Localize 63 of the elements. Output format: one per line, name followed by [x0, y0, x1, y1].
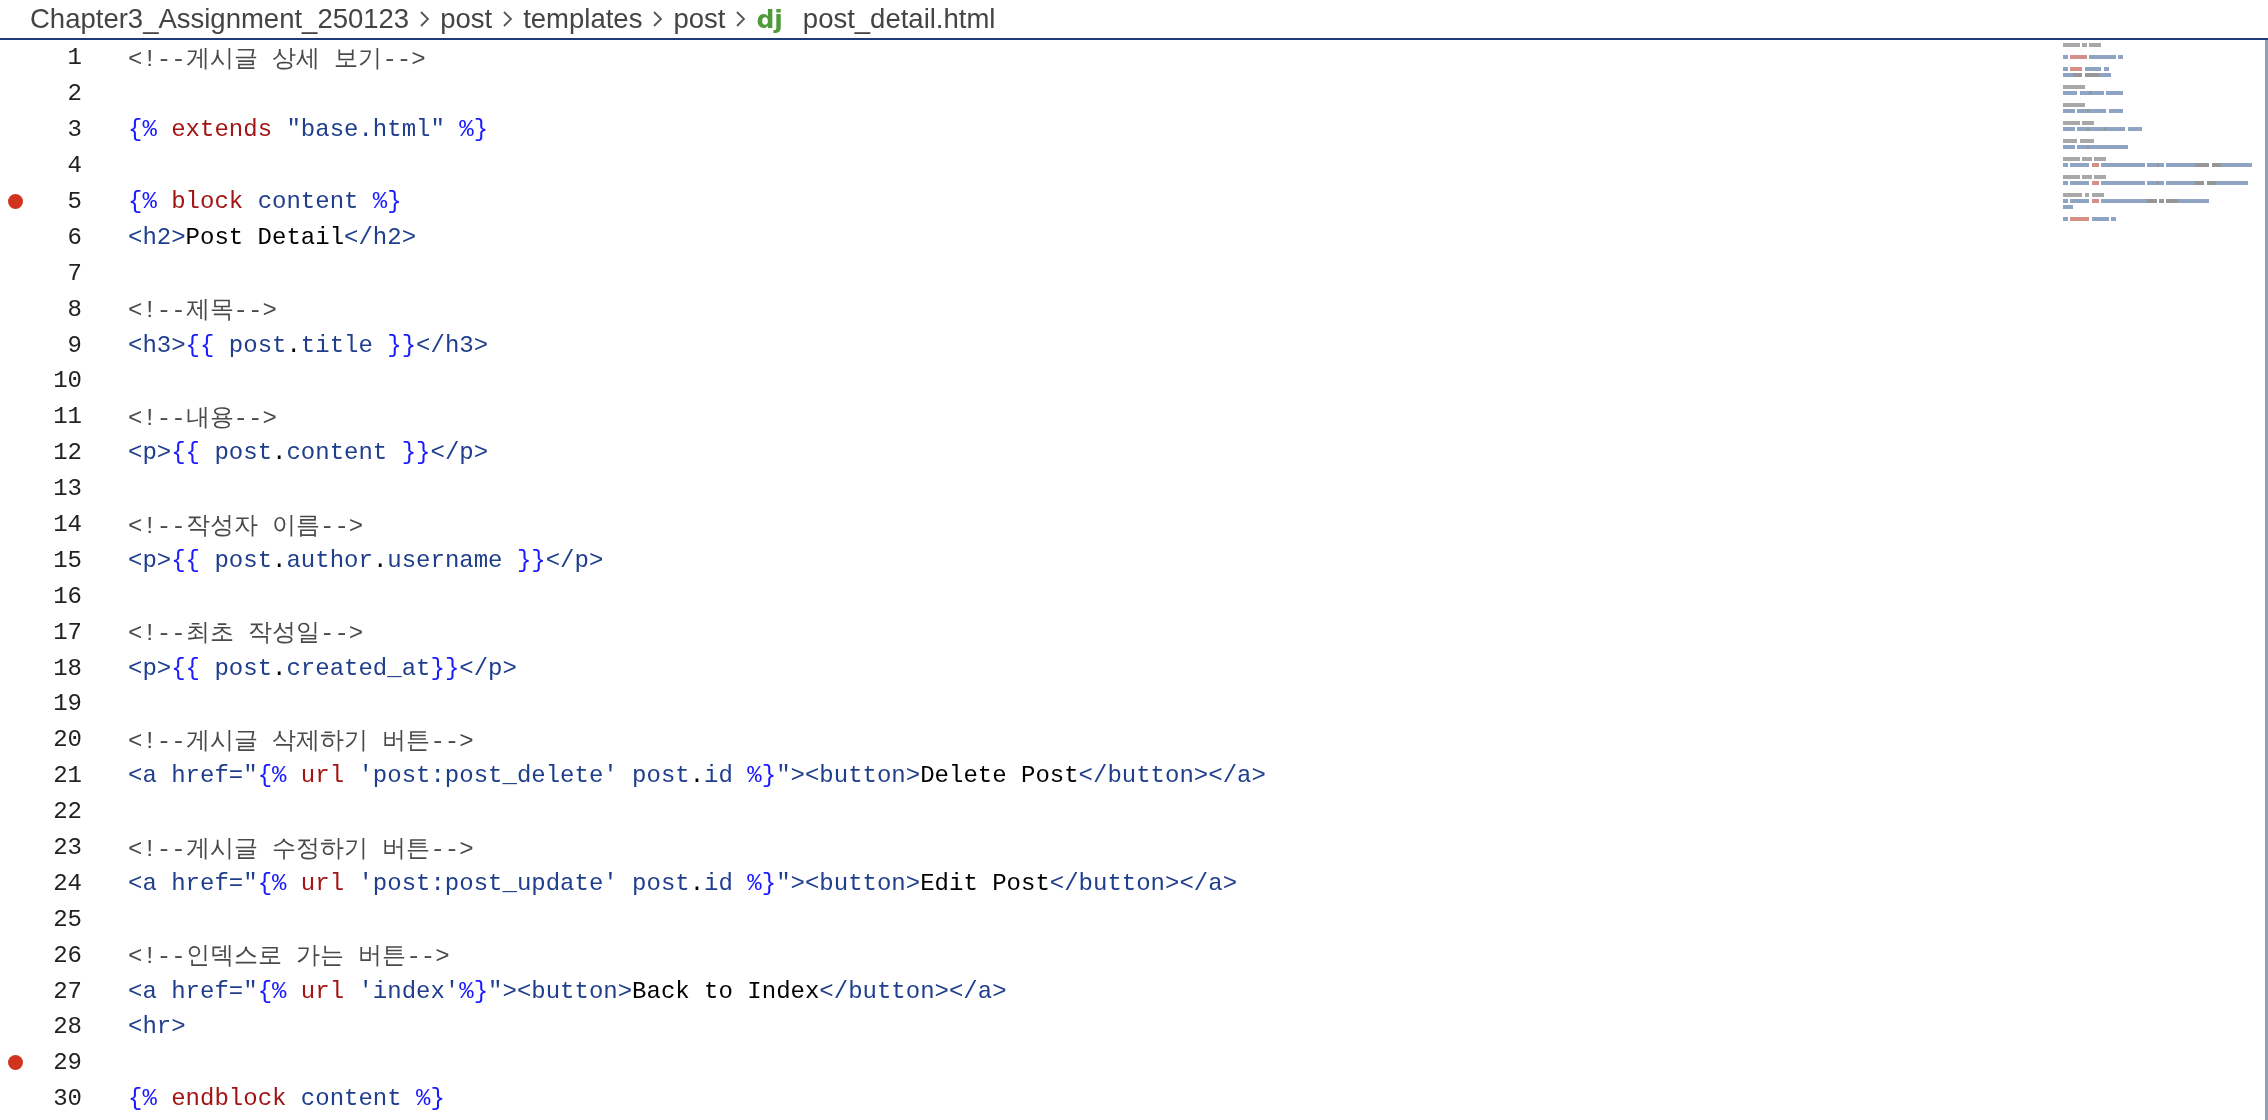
line-number: 21: [52, 762, 82, 790]
chevron-right-icon: [419, 10, 431, 28]
breadcrumb-item[interactable]: templates: [523, 3, 643, 35]
code-line: <p>{{ post.author.username }}</p>: [128, 546, 604, 574]
line-number: 10: [52, 367, 82, 395]
chevron-right-icon: [652, 10, 664, 28]
line-number: 27: [52, 977, 82, 1005]
line-number: 8: [66, 295, 82, 323]
breadcrumb-item[interactable]: post_detail.html: [802, 3, 996, 35]
line-number: 20: [52, 726, 82, 754]
code-line: <!--게시글 삭제하기 버튼-->: [128, 726, 474, 756]
line-number: 9: [66, 331, 82, 359]
chevron-right-icon: [735, 10, 747, 28]
line-number: 29: [52, 1049, 82, 1077]
line-number: 17: [52, 618, 82, 646]
code-line: <!--작성자 이름-->: [128, 511, 364, 541]
line-number: 5: [66, 188, 82, 215]
line-number: 4: [66, 152, 82, 180]
line-number: 25: [52, 905, 82, 933]
line-number: 30: [52, 1085, 82, 1113]
code-line: <hr>: [128, 1013, 186, 1041]
code-line: <p>{{ post.created_at}}</p>: [128, 654, 517, 682]
code-line: <!--내용-->: [128, 403, 277, 433]
code-line: <h3>{{ post.title }}</h3>: [128, 331, 489, 359]
code-line: <!--게시글 수정하기 버튼-->: [128, 834, 474, 864]
line-number: 26: [52, 941, 82, 969]
breadcrumb-item[interactable]: post: [673, 3, 726, 35]
code-line: <!--게시글 상세 보기-->: [128, 44, 426, 74]
code-line: {% endblock content %}: [128, 1085, 445, 1113]
line-number: 12: [52, 439, 82, 467]
line-number: 16: [52, 582, 82, 610]
breadcrumb-item[interactable]: post: [440, 3, 493, 35]
line-number: 6: [66, 223, 82, 251]
code-line: <!--제목-->: [128, 296, 277, 326]
line-number: 7: [66, 259, 82, 287]
line-number: 18: [52, 654, 82, 682]
chevron-right-icon: [502, 10, 514, 28]
code-line: <a href="{% url 'post:post_update' post.id %}"><button>Edit Post</button></a>: [128, 869, 1238, 897]
line-number: 15: [52, 546, 82, 574]
code-line: <!--인덱스로 가는 버튼-->: [128, 942, 450, 972]
code-line: {% extends "base.html" %}: [128, 116, 489, 144]
code-line: {% block content %}: [128, 188, 402, 215]
code-line: <a href="{% url 'index'%}"><button>Back to Index</button></a>: [128, 977, 1007, 1005]
code-line: <a href="{% url 'post:post_delete' post.id %}"><button>Delete Post</button></a>: [128, 762, 1266, 790]
line-number: 14: [52, 511, 82, 538]
code-line: <h2>Post Detail</h2>: [128, 223, 417, 251]
line-number: 13: [52, 475, 82, 503]
line-number: 11: [52, 403, 82, 431]
code-line: <!--최초 작성일-->: [128, 619, 364, 649]
code-line: <p>{{ post.content }}</p>: [128, 439, 489, 467]
line-number: 19: [52, 690, 82, 718]
line-number: 3: [66, 116, 82, 144]
line-number: 23: [52, 834, 82, 862]
line-number: 24: [52, 869, 82, 897]
file-type-icon: dj: [756, 4, 783, 34]
line-number: 2: [66, 80, 82, 108]
breakpoint-icon[interactable]: [7, 1055, 23, 1071]
line-number: 28: [52, 1013, 82, 1041]
scrollbar[interactable]: [2265, 40, 2268, 1120]
line-number: 1: [66, 44, 82, 72]
breadcrumb-item[interactable]: Chapter3_Assignment_250123: [30, 3, 410, 35]
line-number: 22: [52, 798, 82, 826]
breakpoint-icon[interactable]: [7, 194, 23, 209]
